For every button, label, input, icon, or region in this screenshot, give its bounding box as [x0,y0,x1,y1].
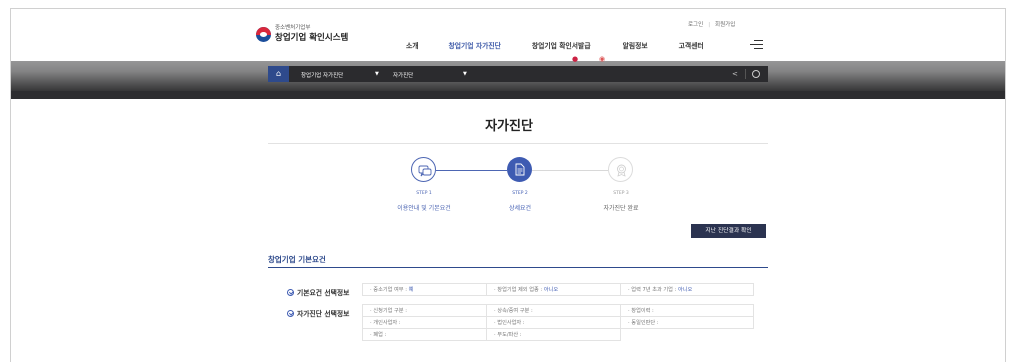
check-circle-icon [287,309,294,317]
step-connector [436,170,507,172]
browser-page: 로그인 | 회원가입 중소벤처기업부 창업기업 확인시스템 소개 창업기업 자가진단… [10,8,1006,362]
divider [268,143,768,144]
login-link[interactable]: 로그인 [688,22,703,28]
info-cell: · 폐업 : [362,328,487,341]
award-icon [617,164,626,177]
step-connector [532,170,608,172]
step-3-indicator [608,157,633,182]
home-icon[interactable]: ⌂ [268,66,289,82]
banner-decoration-icon: ● [572,55,579,63]
divider [745,69,746,79]
basic-requirements-grid: · 중소기업 여부 : 예 · 창업기업 제외 업종 : 아니오 · 업력 7년… [362,283,754,296]
info-cell: · 중소기업 여부 : 예 [362,283,487,296]
divider [268,267,768,268]
info-cell: · 업력 7년 초과 기업 : 아니오 [620,283,754,296]
step-1-number: STEP 1 [416,191,432,196]
join-link[interactable]: 회원가입 [715,22,735,28]
caret-down-icon[interactable]: ▼ [375,71,379,77]
nav-item-notice[interactable]: 알림정보 [623,40,648,50]
step-1-label: 이용안내 및 기본요건 [397,205,451,212]
section-title: 창업기업 기본요건 [268,255,326,264]
step-1-indicator [411,157,436,182]
step-2-label: 상세요건 [508,205,532,212]
util-links: 로그인 | 회원가입 [688,22,736,28]
banner-decoration-icon: ◉ [599,55,606,63]
government-emblem-icon [256,26,271,42]
print-icon[interactable] [752,70,760,78]
breadcrumb-level2[interactable]: 자가진단 [393,71,413,79]
speech-bubble-icon [418,165,432,177]
info-cell: · 창업기업 제외 업종 : 아니오 [486,283,621,296]
step-3-number: STEP 3 [613,191,629,196]
document-icon [515,163,525,176]
step-2-number: STEP 2 [512,191,528,196]
nav-item-support[interactable]: 고객센터 [679,40,704,50]
step-3-label: 자가진단 완료 [603,205,639,212]
caret-down-icon[interactable]: ▼ [463,71,467,77]
basic-requirements-label: 기본요건 선택정보 [287,287,349,297]
self-diagnosis-info-label: 자가진단 선택정보 [287,308,349,318]
past-result-button[interactable]: 지난 진단결과 확인 [691,224,766,238]
main-nav: 소개 창업기업 자가진단 창업기업 확인서발급 알림정보 고객센터 [406,40,704,50]
info-cell: · 부도/파산 : [486,328,621,341]
self-diagnosis-info-grid: · 신청기업 구분 : · 상속/증여 구분 : · 창업이력 : · 개인사업… [362,304,754,341]
step-2-indicator [507,157,532,182]
nav-item-intro[interactable]: 소개 [406,40,419,50]
breadcrumb-level1[interactable]: 창업기업 자가진단 [301,71,343,79]
logo-system-name: 창업기업 확인시스템 [275,32,349,43]
menu-icon[interactable] [750,40,763,50]
page-title: 자가진단 [485,119,533,134]
check-circle-icon [287,288,294,296]
empty-cell [620,328,754,341]
logo-org-name: 중소벤처기업부 [275,25,311,31]
nav-item-certificate[interactable]: 창업기업 확인서발급 [532,40,591,50]
share-icon[interactable]: < [732,70,738,78]
site-logo[interactable]: 중소벤처기업부 창업기업 확인시스템 [256,25,349,43]
nav-item-self-diagnosis[interactable]: 창업기업 자가진단 [449,40,501,50]
